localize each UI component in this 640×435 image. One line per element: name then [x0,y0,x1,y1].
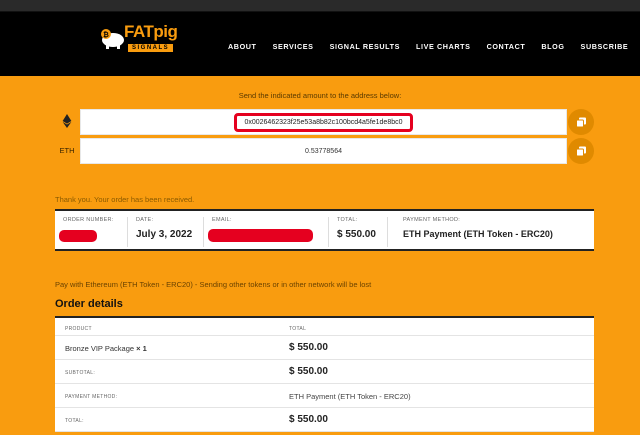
svg-text:₿: ₿ [103,31,109,39]
nav-services[interactable]: SERVICES [273,42,314,51]
column-divider [127,217,128,247]
copy-icon [575,146,586,156]
nav-subscribe[interactable]: SUBSCRIBE [581,42,629,51]
pig-logo-icon: ₿ [101,29,124,49]
currency-label: ETH [59,146,75,155]
email-label: EMAIL: [212,217,232,223]
date-col: DATE: July 3, 2022 [136,217,192,247]
total-column-header: TOTAL [289,326,307,332]
eth-logo-icon [55,114,79,130]
nav-contact[interactable]: CONTACT [487,42,526,51]
site-logo[interactable]: ₿ FATpig SIGNALS [100,22,180,58]
address-row: 0x0026462323f25e53a8b82c100bcd4a5fe1de8b… [55,109,595,135]
copy-icon [575,117,586,127]
order-received-message: Thank you. Your order has been received. [55,195,195,204]
nav-live-charts[interactable]: LIVE CHARTS [416,42,471,51]
payment-method-col: PAYMENT METHOD: ETH Payment (ETH Token -… [403,217,553,247]
total-col: TOTAL: $ 550.00 [337,217,376,247]
site-header: ₿ FATpig SIGNALS ABOUT SERVICES SIGNAL R… [0,12,640,76]
table-row: Bronze VIP Package × 1 $ 550.00 [55,336,594,360]
payment-method-value: ETH Payment (ETH Token - ERC20) [403,229,553,239]
table-row: PAYMENT METHOD: ETH Payment (ETH Token -… [55,384,594,408]
subtotal-value: $ 550.00 [289,366,328,377]
logo-tagline: SIGNALS [128,44,174,52]
order-number-redaction [59,230,97,242]
main-nav: ABOUT SERVICES SIGNAL RESULTS LIVE CHART… [228,42,640,51]
product-column-header: PRODUCT [65,326,92,332]
column-divider [203,217,204,247]
order-overview: ORDER NUMBER: DATE: July 3, 2022 EMAIL: … [55,209,594,251]
table-row: TOTAL: $ 550.00 [55,408,594,432]
date-value: July 3, 2022 [136,229,193,240]
nav-about[interactable]: ABOUT [228,42,257,51]
copy-amount-button[interactable] [568,138,594,164]
order-details-table: PRODUCT TOTAL Bronze VIP Package × 1 $ 5… [55,316,594,432]
wallet-address-highlight: 0x0026462323f25e53a8b82c100bcd4a5fe1de8b… [234,112,413,132]
email-redaction [208,229,313,242]
wallet-address-field[interactable]: 0x0026462323f25e53a8b82c100bcd4a5fe1de8b… [80,109,567,135]
total-label: TOTAL: [337,217,358,223]
amount-field[interactable]: 0.53778564 [80,138,567,164]
product-name[interactable]: Bronze VIP Package [65,344,134,353]
nav-signal-results[interactable]: SIGNAL RESULTS [330,42,400,51]
nav-blog[interactable]: BLOG [541,42,564,51]
logo-brand-text: FATpig [124,22,178,41]
product-total: $ 550.00 [289,342,328,353]
total-value: $ 550.00 [337,229,376,240]
grand-total-value: $ 550.00 [289,414,328,425]
grand-total-label: TOTAL: [65,418,84,424]
network-warning: Pay with Ethereum (ETH Token - ERC20) - … [55,280,372,289]
payment-method-label: PAYMENT METHOD: [403,217,461,223]
column-divider [328,217,329,247]
table-header-row: PRODUCT TOTAL [55,316,594,336]
payment-method-row-label: PAYMENT METHOD: [65,394,118,400]
table-row: SUBTOTAL: $ 550.00 [55,360,594,384]
date-label: DATE: [136,217,154,223]
copy-address-button[interactable] [568,109,594,135]
payment-instruction: Send the indicated amount to the address… [238,91,402,100]
order-number-label: ORDER NUMBER: [63,217,114,223]
subtotal-label: SUBTOTAL: [65,370,96,376]
product-cell: Bronze VIP Package × 1 [65,344,147,353]
order-details-title: Order details [55,298,123,310]
column-divider [387,217,388,247]
amount-row: ETH 0.53778564 [55,138,595,164]
browser-top-strip [0,0,640,12]
product-quantity: × 1 [136,344,147,353]
payment-method-row-value: ETH Payment (ETH Token - ERC20) [289,392,411,401]
